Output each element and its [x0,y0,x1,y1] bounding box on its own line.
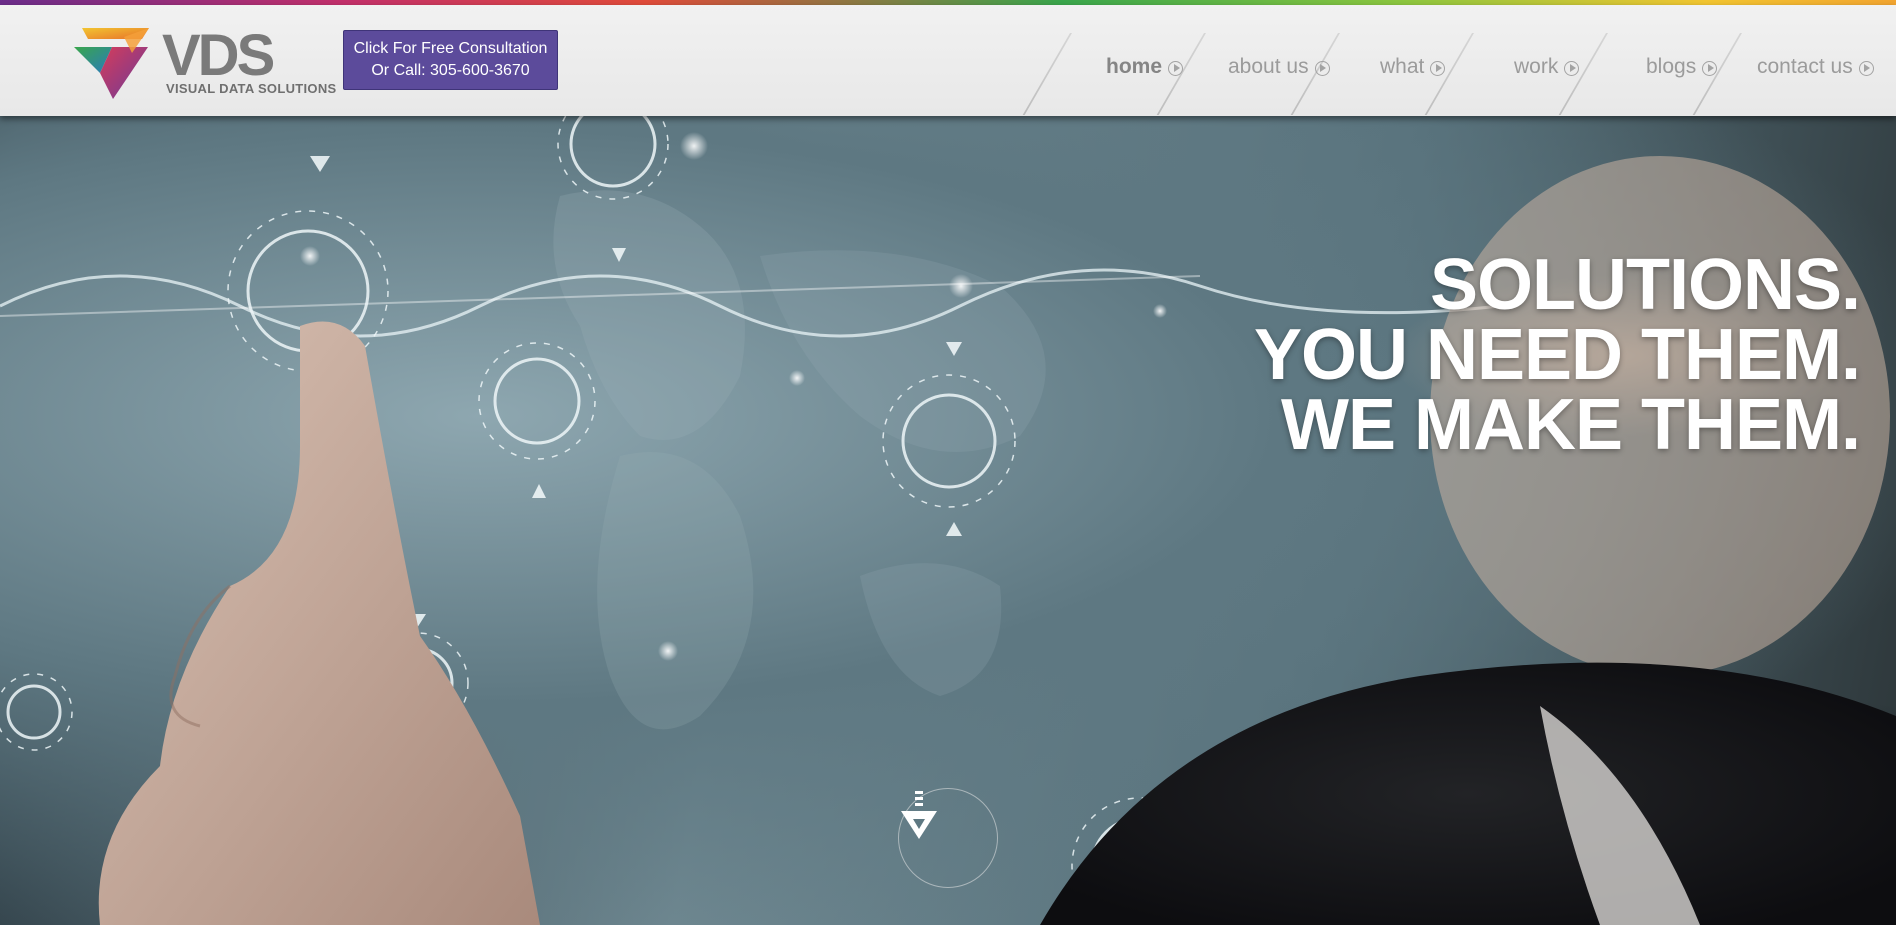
svg-text:VDS: VDS [162,23,274,88]
headline-line-1: SOLUTIONS. [1429,245,1861,325]
logo-tagline: VISUAL DATA SOLUTIONS [166,81,337,96]
free-consultation-button[interactable]: Click For Free Consultation Or Call: 305… [343,30,558,90]
nav-label: blogs [1646,55,1697,78]
nav-divider [1022,33,1072,115]
nav-label: about us [1228,55,1309,78]
nav-item-contact-us[interactable]: contact us [1757,55,1874,79]
nav-label: what [1380,55,1425,78]
nav-item-blogs[interactable]: blogs [1646,55,1718,79]
site-header: VDS VISUAL DATA SOLUTIONS Click For Free… [0,5,1896,116]
circle-arrow-right-icon [1858,60,1874,76]
nav-item-home[interactable]: home [1106,55,1184,79]
circle-arrow-right-icon [1564,60,1580,76]
headline-line-2: YOU NEED THEM. [1253,315,1861,395]
circle-arrow-right-icon [1430,60,1446,76]
circle-arrow-right-icon [1168,60,1184,76]
main-nav: home about us what work blogs contact us [1016,5,1896,116]
nav-label: home [1106,55,1163,78]
vds-chevron-down-icon [901,791,937,839]
nav-item-work[interactable]: work [1514,55,1580,79]
circle-arrow-right-icon [1314,60,1330,76]
vds-logo[interactable]: VDS VISUAL DATA SOLUTIONS [74,23,336,103]
nav-label: contact us [1757,55,1853,78]
nav-item-about-us[interactable]: about us [1228,55,1330,79]
cta-line-2: Or Call: 305-600-3670 [371,62,530,79]
hero-banner: SOLUTIONS. YOU NEED THEM. WE MAKE THEM. [0,116,1896,925]
scroll-down-button[interactable] [898,788,998,888]
cta-line-1: Click For Free Consultation [353,40,548,57]
nav-item-what[interactable]: what [1380,55,1446,79]
nav-label: work [1514,55,1559,78]
headline-line-3: WE MAKE THEM. [1281,385,1861,465]
circle-arrow-right-icon [1702,60,1718,76]
hero-headline: SOLUTIONS. YOU NEED THEM. WE MAKE THEM. [1253,245,1861,465]
